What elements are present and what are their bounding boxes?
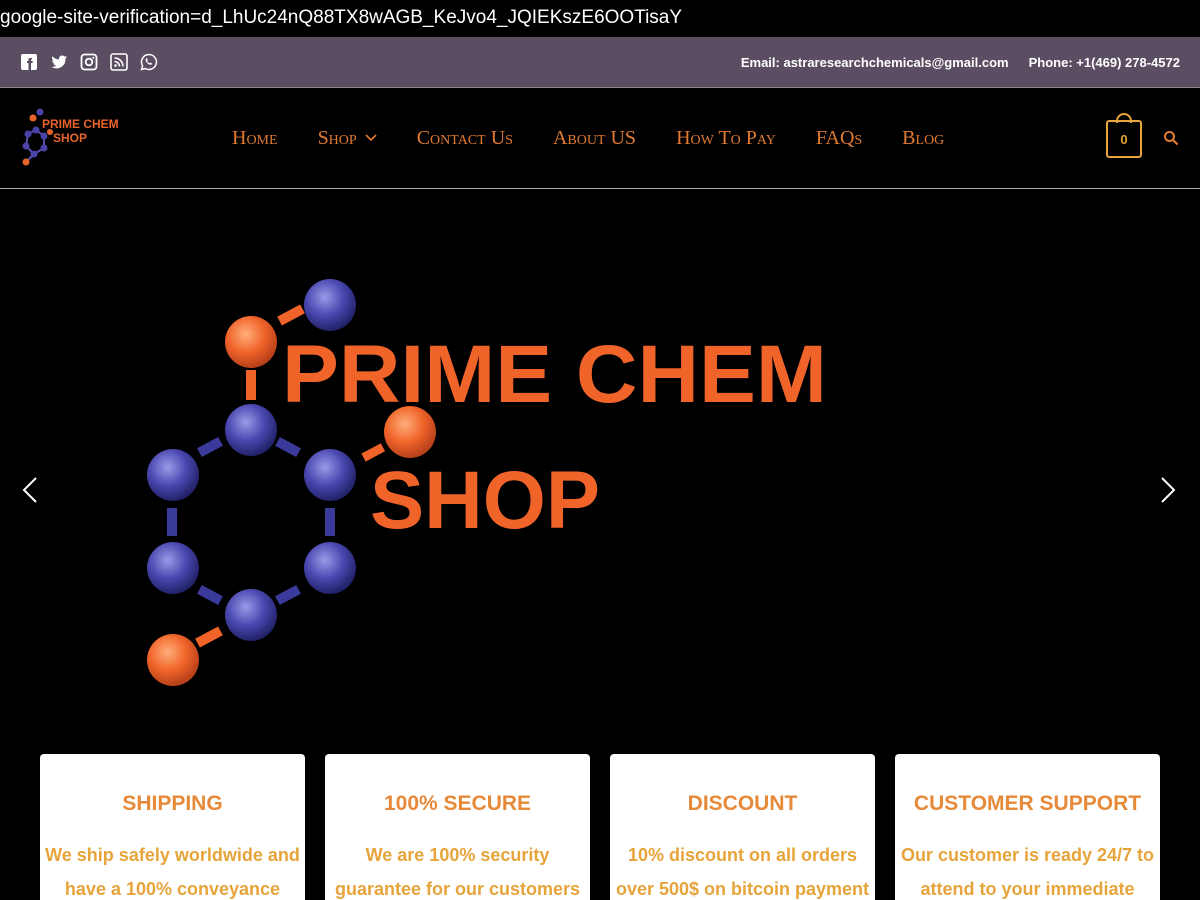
feature-card-shipping: SHIPPING We ship safely worldwide and ha… xyxy=(40,754,305,900)
feature-text: Our customer is ready 24/7 to attend to … xyxy=(900,845,1155,899)
contact-info: Email: astraresearchchemicals@gmail.com … xyxy=(741,55,1180,70)
cart-count: 0 xyxy=(1120,131,1128,147)
feature-title: 100% SECURE xyxy=(383,792,532,815)
feature-title: DISCOUNT xyxy=(687,792,798,815)
logo-line2: SHOP xyxy=(53,131,87,145)
feature-text: We are 100% security guarantee for our c… xyxy=(334,845,581,899)
hero-slider: PRIME CHEM SHOP xyxy=(0,190,1200,750)
feature-text: 10% discount on all orders over 500$ on … xyxy=(615,845,870,899)
nav-blog[interactable]: Blog xyxy=(902,127,944,150)
main-nav: Home Shop Contact Us About US How To Pay… xyxy=(232,88,944,188)
hero-logo-line1: PRIME CHEM xyxy=(282,329,827,420)
cart-button[interactable]: 0 xyxy=(1106,120,1142,158)
site-logo[interactable]: PRIME CHEM SHOP xyxy=(18,106,122,170)
facebook-icon[interactable] xyxy=(20,53,38,71)
nav-contact-us[interactable]: Contact Us xyxy=(417,127,513,150)
rss-icon[interactable] xyxy=(110,53,128,71)
hero-logo-image: PRIME CHEM SHOP xyxy=(147,279,827,686)
instagram-icon[interactable] xyxy=(80,53,98,71)
twitter-icon[interactable] xyxy=(50,53,68,71)
phone-text[interactable]: Phone: +1(469) 278-4572 xyxy=(1029,55,1180,70)
logo-line1: PRIME CHEM xyxy=(42,117,119,131)
feature-card-support: CUSTOMER SUPPORT Our customer is ready 2… xyxy=(895,754,1160,900)
search-icon[interactable] xyxy=(1163,130,1179,146)
feature-card-discount: DISCOUNT 10% discount on all orders over… xyxy=(610,754,875,900)
nav-how-to-pay[interactable]: How To Pay xyxy=(676,127,776,150)
nav-faqs[interactable]: FAQs xyxy=(816,127,862,150)
features-row: SHIPPING We ship safely worldwide and ha… xyxy=(40,754,1160,900)
whatsapp-icon[interactable] xyxy=(140,53,158,71)
site-header: PRIME CHEM SHOP Home Shop Contact Us Abo… xyxy=(0,87,1200,189)
chevron-down-icon xyxy=(365,134,377,142)
feature-title: SHIPPING xyxy=(122,792,223,815)
site-verification-text: google-site-verification=d_LhUc24nQ88TX8… xyxy=(0,0,1200,37)
social-links xyxy=(20,53,158,71)
slider-next-arrow-icon[interactable] xyxy=(1158,475,1178,505)
email-text[interactable]: Email: astraresearchchemicals@gmail.com xyxy=(741,55,1009,70)
feature-title: CUSTOMER SUPPORT xyxy=(913,792,1142,815)
hero-logo-line2: SHOP xyxy=(370,455,600,546)
feature-card-secure: 100% SECURE We are 100% security guarant… xyxy=(325,754,590,900)
nav-about-us[interactable]: About US xyxy=(553,127,636,150)
nav-shop[interactable]: Shop xyxy=(318,127,377,150)
slider-prev-arrow-icon[interactable] xyxy=(20,475,40,505)
feature-text: We ship safely worldwide and have a 100%… xyxy=(45,845,300,899)
nav-home[interactable]: Home xyxy=(232,127,278,150)
top-bar: Email: astraresearchchemicals@gmail.com … xyxy=(0,37,1200,87)
nav-shop-label: Shop xyxy=(317,126,357,149)
